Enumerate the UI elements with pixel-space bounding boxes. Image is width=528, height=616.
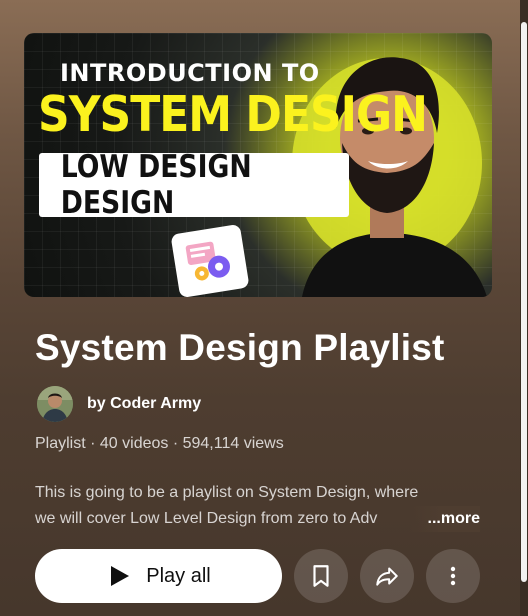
- scrollbar-thumb[interactable]: [521, 22, 527, 582]
- thumbnail-heading-large: SYSTEM DESIGN: [38, 86, 428, 144]
- thumbnail-subtitle: LOW DESIGN DESIGN: [60, 149, 252, 221]
- more-vert-icon: [450, 566, 456, 586]
- playlist-description[interactable]: This is going to be a playlist on System…: [35, 480, 480, 532]
- channel-row[interactable]: by Coder Army: [37, 386, 201, 422]
- share-button[interactable]: [360, 549, 414, 603]
- description-line-truncated: we will cover Low Level Design from zero…: [35, 506, 480, 532]
- description-line: This is going to be a playlist on System…: [35, 484, 419, 501]
- play-icon: [111, 566, 130, 586]
- more-actions-button[interactable]: [426, 549, 480, 603]
- playlist-title: System Design Playlist: [35, 327, 445, 368]
- channel-name[interactable]: by Coder Army: [87, 395, 201, 413]
- gear-diagram-icon: [170, 223, 250, 297]
- thumbnail-heading-small: INTRODUCTION TO: [60, 59, 320, 87]
- channel-avatar[interactable]: [37, 386, 73, 422]
- save-button[interactable]: [294, 549, 348, 603]
- play-all-button[interactable]: Play all: [35, 549, 282, 603]
- share-icon: [376, 567, 398, 586]
- playlist-thumbnail[interactable]: INTRODUCTION TO SYSTEM DESIGN LOW DESIGN…: [24, 33, 492, 297]
- description-line: we will cover Low Level Design from zero…: [35, 510, 378, 527]
- more-button[interactable]: ...more: [428, 506, 480, 532]
- play-all-label: Play all: [146, 564, 211, 587]
- playlist-meta: Playlist · 40 videos · 594,114 views: [35, 435, 284, 452]
- scrollbar-track[interactable]: [520, 0, 528, 616]
- bookmark-icon: [313, 565, 329, 587]
- thumbnail-subtitle-box: LOW DESIGN DESIGN: [39, 149, 349, 221]
